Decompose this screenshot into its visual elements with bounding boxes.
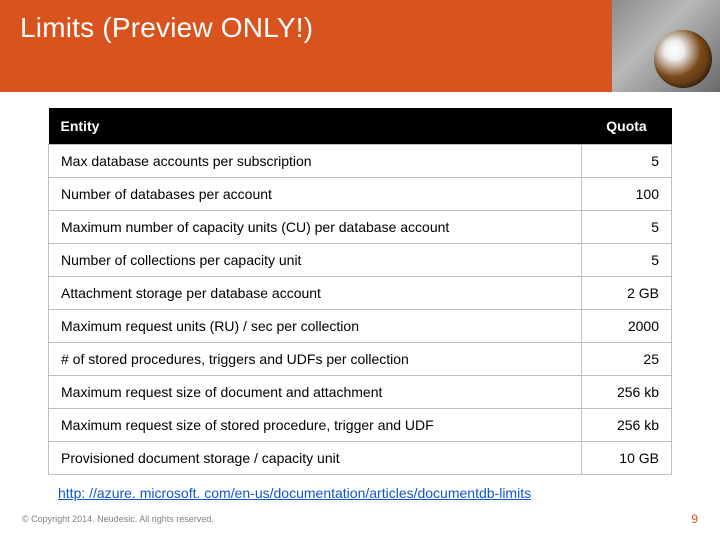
cell-quota: 256 kb [582,409,672,442]
table-row: Maximum number of capacity units (CU) pe… [49,211,672,244]
cell-quota: 5 [582,211,672,244]
cell-entity: # of stored procedures, triggers and UDF… [49,343,582,376]
slide-header: Limits (Preview ONLY!) [0,0,720,92]
telescope-icon [654,30,712,88]
table-row: Number of collections per capacity unit5 [49,244,672,277]
header-image [612,0,720,92]
col-quota: Quota [582,108,672,145]
reference-link[interactable]: http: //azure. microsoft. com/en-us/docu… [58,485,531,501]
cell-entity: Maximum number of capacity units (CU) pe… [49,211,582,244]
cell-entity: Maximum request size of stored procedure… [49,409,582,442]
table-row: Maximum request size of stored procedure… [49,409,672,442]
cell-quota: 5 [582,145,672,178]
cell-quota: 2 GB [582,277,672,310]
table-row: Max database accounts per subscription5 [49,145,672,178]
cell-entity: Provisioned document storage / capacity … [49,442,582,475]
reference-link-row: http: //azure. microsoft. com/en-us/docu… [0,479,720,503]
cell-entity: Maximum request units (RU) / sec per col… [49,310,582,343]
cell-quota: 100 [582,178,672,211]
table-row: Maximum request size of document and att… [49,376,672,409]
cell-quota: 256 kb [582,376,672,409]
table-row: Number of databases per account100 [49,178,672,211]
cell-quota: 10 GB [582,442,672,475]
limits-table-wrap: Entity Quota Max database accounts per s… [0,92,720,479]
table-row: Provisioned document storage / capacity … [49,442,672,475]
col-entity: Entity [49,108,582,145]
table-row: # of stored procedures, triggers and UDF… [49,343,672,376]
cell-entity: Number of databases per account [49,178,582,211]
cell-entity: Attachment storage per database account [49,277,582,310]
limits-table: Entity Quota Max database accounts per s… [48,108,672,475]
cell-quota: 25 [582,343,672,376]
table-row: Attachment storage per database account2… [49,277,672,310]
table-header-row: Entity Quota [49,108,672,145]
cell-entity: Maximum request size of document and att… [49,376,582,409]
page-title: Limits (Preview ONLY!) [20,12,313,44]
footer: © Copyright 2014. Neudesic. All rights r… [22,512,698,526]
copyright-text: © Copyright 2014. Neudesic. All rights r… [22,514,214,524]
page-number: 9 [691,512,698,526]
cell-quota: 5 [582,244,672,277]
table-row: Maximum request units (RU) / sec per col… [49,310,672,343]
cell-entity: Number of collections per capacity unit [49,244,582,277]
cell-entity: Max database accounts per subscription [49,145,582,178]
slide: Limits (Preview ONLY!) Entity Quota Max … [0,0,720,540]
cell-quota: 2000 [582,310,672,343]
